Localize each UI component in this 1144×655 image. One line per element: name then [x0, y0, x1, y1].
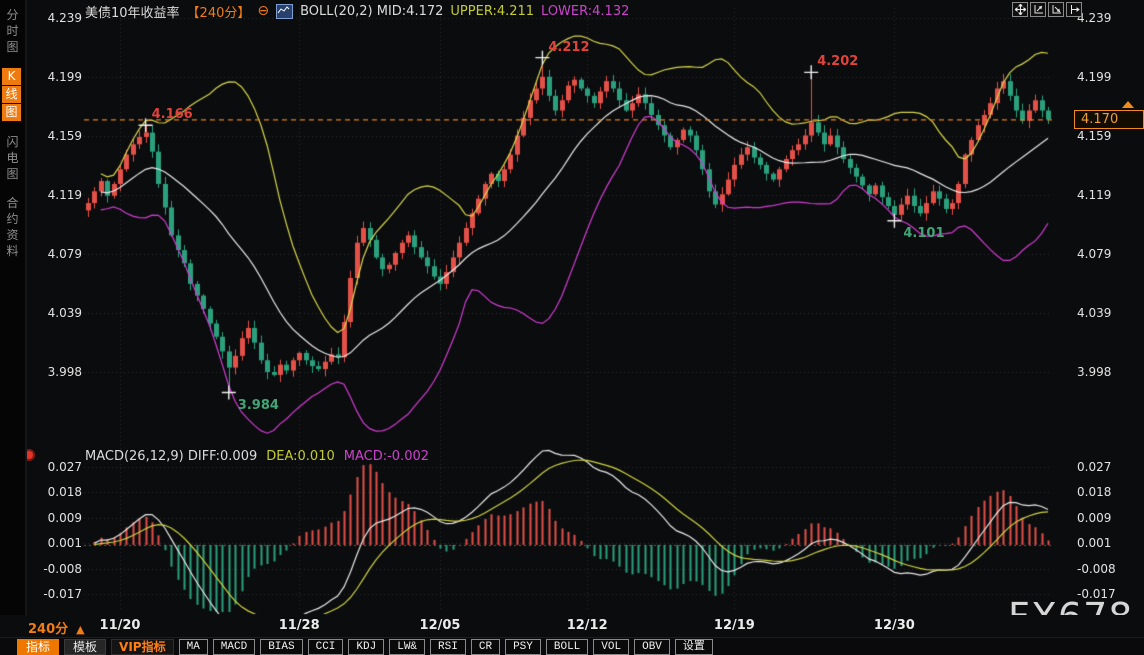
chevron-up-icon: ▲ [76, 623, 84, 636]
date-label-12/12: 12/12 [565, 618, 609, 633]
main-axis-label-right: 3.998 [1077, 365, 1133, 379]
boll-lower-label: LOWER:4.132 [541, 4, 629, 19]
sidebar-item-char: 闪 [0, 134, 25, 150]
toolbar-button-指标[interactable]: 指标 [17, 639, 59, 655]
toolbar-button-BOLL[interactable]: BOLL [546, 639, 588, 655]
indicator-toolbar: 指标模板 VIP指标 MA MACD BIAS CCIKDJ LW&RSI CR PSY BOLL… [0, 637, 1144, 655]
main-axis-label-left: 4.079 [30, 247, 82, 261]
price-annotation-4.202: 4.202 [817, 54, 858, 69]
charting-app: 分时图K线图闪电图合约资料 美债10年收益率 【240分】 ⊖ BOLL(20,… [0, 0, 1144, 655]
sidebar-item-char: 合 [0, 195, 25, 211]
date-label-11/28: 11/28 [277, 618, 321, 633]
macd-axis-label-left: -0.017 [30, 587, 82, 601]
macd-axis-label-left: 0.027 [30, 460, 82, 474]
main-axis-label-left: 4.119 [30, 188, 82, 202]
toolbar-button-VOL[interactable]: VOL [593, 639, 629, 655]
pan-right-icon[interactable] [1066, 2, 1082, 17]
sidebar-item-char: 料 [0, 243, 25, 259]
date-label-12/05: 12/05 [418, 618, 462, 633]
price-annotation-4.101: 4.101 [903, 226, 944, 241]
sidebar-item-char: K [2, 68, 21, 85]
macd-value-label: MACD:-0.002 [344, 449, 429, 464]
sidebar-item-char: 电 [0, 150, 25, 166]
date-label-12/30: 12/30 [872, 618, 916, 633]
sidebar-item-2[interactable]: 闪电图 [0, 134, 25, 182]
macd-axis-label-left: 0.001 [30, 536, 82, 550]
toolbar-button-VIP指标[interactable]: VIP指标 [111, 639, 174, 655]
chart-tool-buttons [1012, 2, 1082, 17]
macd-axis-label-right: 0.009 [1077, 511, 1133, 525]
macd-axis-label-left: 0.018 [30, 485, 82, 499]
main-axis-label-left: 4.039 [30, 306, 82, 320]
boll-mid-label: BOLL(20,2) MID:4.172 [300, 4, 443, 19]
sidebar-item-char: 图 [0, 166, 25, 182]
chart-style-icon[interactable] [276, 4, 293, 19]
price-annotation-4.166: 4.166 [152, 107, 193, 122]
sidebar-item-char: 图 [2, 104, 21, 121]
chart-header: 美债10年收益率 【240分】 ⊖ BOLL(20,2) MID:4.172 U… [85, 3, 629, 19]
date-label-12/19: 12/19 [712, 618, 756, 633]
chart-type-sidebar: 分时图K线图闪电图合约资料 [0, 0, 27, 615]
main-axis-label-right: 4.039 [1077, 306, 1133, 320]
period-selector-label: 240分 [28, 622, 68, 637]
date-label-11/20: 11/20 [98, 618, 142, 633]
sidebar-item-char: 线 [2, 86, 21, 103]
sidebar-item-1[interactable]: K线图 [0, 68, 25, 121]
main-axis-label-left: 3.998 [30, 365, 82, 379]
macd-axis-label-left: -0.008 [30, 562, 82, 576]
sidebar-item-3[interactable]: 合约资料 [0, 195, 25, 259]
macd-axis-label-left: 0.009 [30, 511, 82, 525]
sidebar-item-char: 时 [0, 23, 25, 39]
main-axis-label-left: 4.199 [30, 70, 82, 84]
sidebar-item-char: 分 [0, 7, 25, 23]
main-axis-label-right: 4.159 [1077, 129, 1133, 143]
toolbar-button-CCI[interactable]: CCI [308, 639, 344, 655]
sidebar-item-0[interactable]: 分时图 [0, 7, 25, 55]
main-axis-label-right: 4.079 [1077, 247, 1133, 261]
zoom-axis-right-icon[interactable] [1048, 2, 1064, 17]
collapse-icon[interactable]: ⊖ [257, 5, 269, 18]
main-axis-label-left: 4.159 [30, 129, 82, 143]
toolbar-button-MACD[interactable]: MACD [213, 639, 255, 655]
macd-axis-label-right: 0.001 [1077, 536, 1133, 550]
main-axis-label-left: 4.239 [30, 11, 82, 25]
current-price-tag: 4.170 [1074, 110, 1144, 129]
macd-axis-label-right: 0.027 [1077, 460, 1133, 474]
toolbar-button-KDJ[interactable]: KDJ [348, 639, 384, 655]
macd-axis-label-right: 0.018 [1077, 485, 1133, 499]
toolbar-button-CR[interactable]: CR [471, 639, 500, 655]
toolbar-button-LW&[interactable]: LW& [389, 639, 425, 655]
main-axis-label-right: 4.239 [1077, 11, 1133, 25]
price-marker-triangle-icon [1122, 101, 1134, 108]
sidebar-item-char: 资 [0, 227, 25, 243]
toolbar-button-设置[interactable]: 设置 [675, 639, 713, 655]
price-annotation-3.984: 3.984 [238, 398, 279, 413]
sidebar-item-char: 约 [0, 211, 25, 227]
chart-canvas[interactable] [0, 0, 1144, 615]
boll-upper-label: UPPER:4.211 [450, 4, 534, 19]
toolbar-button-RSI[interactable]: RSI [430, 639, 466, 655]
toolbar-button-OBV[interactable]: OBV [634, 639, 670, 655]
toolbar-button-PSY[interactable]: PSY [505, 639, 541, 655]
crosshair-icon[interactable] [1012, 2, 1028, 17]
macd-axis-label-right: -0.008 [1077, 562, 1133, 576]
toolbar-button-MA[interactable]: MA [179, 639, 208, 655]
toolbar-button-BIAS[interactable]: BIAS [260, 639, 302, 655]
date-axis-row: 240分 ▲ 11/20 11/28 12/05 12/12 12/19 12/30 [0, 615, 1144, 637]
main-axis-label-right: 4.199 [1077, 70, 1133, 84]
period-label: 【240分】 [187, 2, 251, 21]
main-axis-label-right: 4.119 [1077, 188, 1133, 202]
price-annotation-4.212: 4.212 [548, 40, 589, 55]
sidebar-item-char: 图 [0, 39, 25, 55]
zoom-axis-left-icon[interactable] [1030, 2, 1046, 17]
macd-header: MACD(26,12,9) DIFF:0.009 DEA:0.010 MACD:… [85, 449, 429, 464]
macd-diff-label: MACD(26,12,9) DIFF:0.009 [85, 449, 257, 464]
macd-dea-label: DEA:0.010 [266, 449, 335, 464]
symbol-title: 美债10年收益率 [85, 2, 180, 21]
toolbar-button-模板[interactable]: 模板 [64, 639, 106, 655]
period-selector[interactable]: 240分 ▲ [28, 618, 85, 637]
